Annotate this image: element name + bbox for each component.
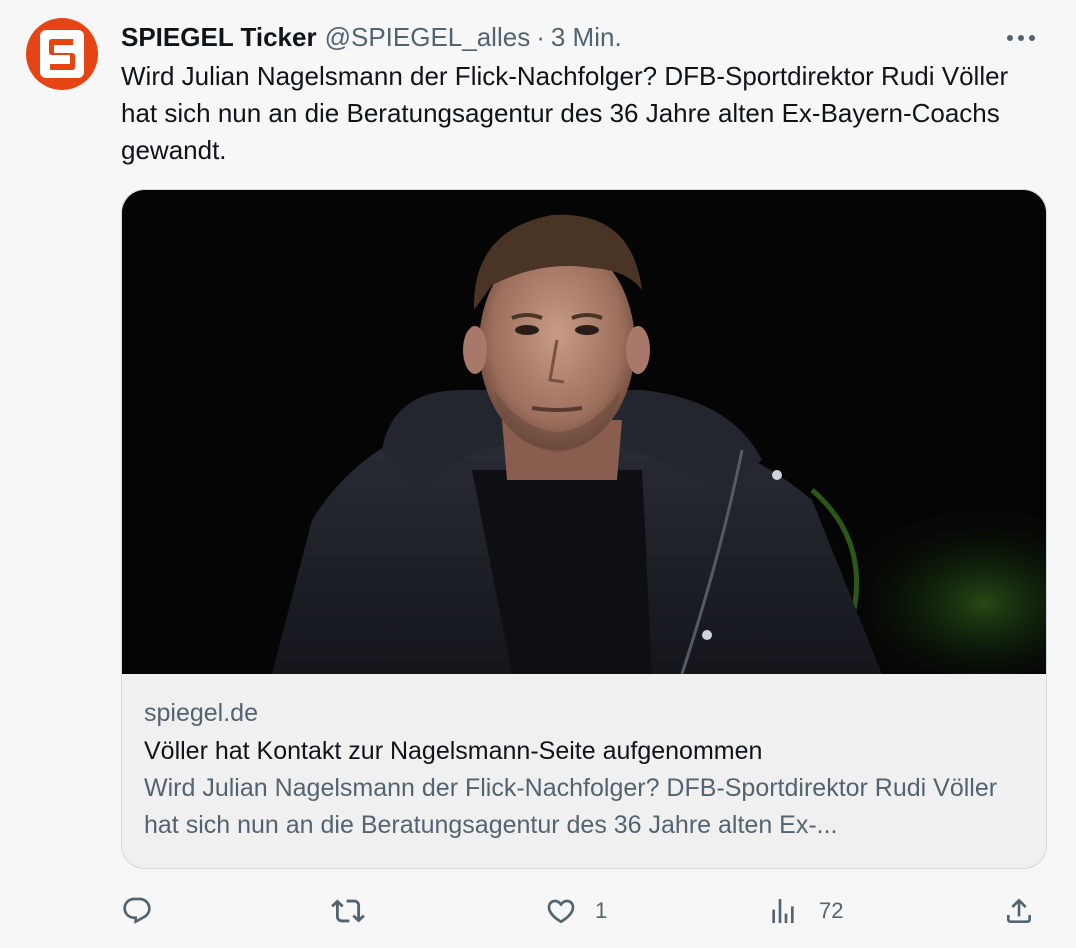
tweet-content: SPIEGEL Ticker @SPIEGEL_alles · 3 Min. W…: [121, 18, 1047, 869]
tweet-actions: 1 72: [121, 888, 1047, 934]
card-photo: [122, 190, 1046, 674]
views-count: 72: [819, 898, 844, 923]
timestamp[interactable]: 3 Min.: [551, 18, 622, 56]
share-icon: [1007, 898, 1031, 923]
like-count: 1: [595, 898, 608, 923]
user-handle[interactable]: @SPIEGEL_alles: [325, 18, 531, 56]
card-title: Völler hat Kontakt zur Nagelsmann-Seite …: [144, 737, 763, 765]
spiegel-logo-icon: [40, 30, 84, 78]
card-meta: spiegel.de Völler hat Kontakt zur Nagels…: [122, 674, 1046, 844]
retweet-button[interactable]: [331, 888, 387, 934]
views-button[interactable]: 72: [767, 888, 843, 934]
reply-button[interactable]: [121, 888, 175, 934]
card-domain: spiegel.de: [144, 699, 258, 727]
display-name[interactable]: SPIEGEL Ticker: [121, 18, 317, 56]
more-options-button[interactable]: [1001, 26, 1041, 50]
tweet-text: Wird Julian Nagelsmann der Flick-Nachfol…: [121, 61, 1009, 165]
link-card[interactable]: spiegel.de Völler hat Kontakt zur Nagels…: [121, 189, 1047, 869]
retweet-icon: [331, 899, 365, 923]
card-description: Wird Julian Nagelsmann der Flick-Nachfol…: [144, 774, 998, 839]
more-dots-icon: [1007, 35, 1035, 41]
like-button[interactable]: 1: [545, 888, 607, 934]
reply-icon: [123, 897, 151, 924]
share-button[interactable]: [1003, 888, 1057, 934]
tweet-header: SPIEGEL Ticker @SPIEGEL_alles · 3 Min.: [121, 18, 1047, 56]
card-image: [122, 190, 1046, 674]
tweet[interactable]: SPIEGEL Ticker @SPIEGEL_alles · 3 Min. W…: [0, 0, 1076, 948]
avatar[interactable]: [26, 18, 98, 90]
separator-dot: ·: [536, 22, 545, 52]
views-icon: [772, 899, 794, 923]
heart-icon: [547, 899, 575, 924]
